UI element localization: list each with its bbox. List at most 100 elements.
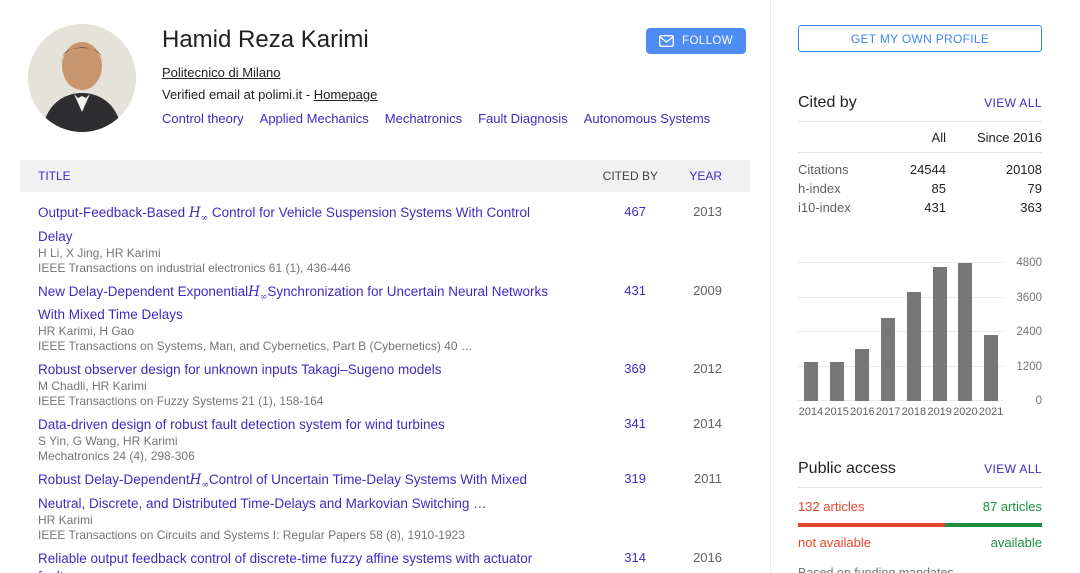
- chart-x-axis: 2014 2015 2016 2017 2018 2019 2020 2021: [798, 406, 1004, 418]
- chart-x-axis-label: 2021: [978, 406, 1004, 418]
- chart-bar-slot: [850, 263, 876, 401]
- chart-bar[interactable]: [855, 349, 870, 401]
- cited-by-count[interactable]: 369: [624, 361, 646, 376]
- public-access-title: Public access: [798, 460, 896, 477]
- publication-authors: HR Karimi, H Gao: [38, 324, 135, 339]
- cited-by-cell: 319: [580, 471, 658, 543]
- publication-rows: Output-Feedback-Based H∞ Control for Veh…: [20, 192, 750, 573]
- publication-title-link[interactable]: New Delay-Dependent ExponentialH∞Synchro…: [38, 283, 560, 325]
- publication-authors: H Li, X Jing, HR Karimi: [38, 245, 161, 260]
- cited-by-count[interactable]: 341: [624, 416, 646, 431]
- publication-year: 2016: [693, 550, 722, 566]
- publication-title-link[interactable]: Robust observer design for unknown input…: [38, 361, 560, 379]
- interest-link[interactable]: Autonomous Systems: [584, 111, 710, 126]
- interest-link[interactable]: Control theory: [162, 111, 244, 126]
- public-access-view-all-link[interactable]: VIEW ALL: [984, 462, 1042, 476]
- publication-main-cell: Output-Feedback-Based H∞ Control for Veh…: [20, 204, 580, 276]
- chart-bar[interactable]: [958, 263, 973, 401]
- stats-column-headers: . All Since 2016: [798, 122, 1042, 153]
- cited-by-cell: 431: [580, 283, 658, 355]
- get-my-own-profile-button[interactable]: GET MY OWN PROFILE: [798, 25, 1042, 52]
- stats-table: Citations 24544 20108 h-index 85 79 i10-…: [798, 153, 1042, 217]
- cited-by-count[interactable]: 319: [624, 471, 646, 486]
- publication-venue: IEEE Transactions on Systems, Man, and C…: [38, 339, 473, 354]
- public-access-panel: Public access VIEW ALL 132 articles 87 a…: [798, 460, 1042, 573]
- stat-value-since[interactable]: 20108: [946, 160, 1042, 179]
- chart-bar[interactable]: [984, 334, 999, 401]
- chart-bar-slot: [824, 263, 850, 401]
- interest-link[interactable]: Fault Diagnosis: [478, 111, 568, 126]
- interest-link[interactable]: Applied Mechanics: [260, 111, 369, 126]
- publication-main-cell: Robust observer design for unknown input…: [20, 361, 580, 409]
- cited-by-count[interactable]: 314: [624, 550, 646, 565]
- publication-title-link[interactable]: Reliable output feedback control of disc…: [38, 550, 560, 573]
- publication-row: Robust Delay-DependentH∞Control of Uncer…: [20, 464, 750, 543]
- h-infinity-math: H∞: [248, 283, 268, 303]
- stat-value-all[interactable]: 431: [858, 198, 946, 217]
- publication-title-link[interactable]: Data-driven design of robust fault detec…: [38, 416, 560, 434]
- not-available-label: not available: [798, 535, 871, 550]
- publication-year: 2011: [694, 471, 722, 487]
- envelope-icon: [659, 35, 675, 47]
- profile-header: Hamid Reza Karimi Politecnico di Milano …: [0, 0, 770, 132]
- affiliation-link[interactable]: Politecnico di Milano: [162, 65, 281, 80]
- chart-x-axis-label: 2020: [953, 406, 978, 418]
- follow-button[interactable]: FOLLOW: [646, 28, 746, 54]
- cited-by-panel: Cited by VIEW ALL . All Since 2016 Citat…: [798, 94, 1042, 418]
- verified-email: Verified email at polimi.it - Homepage: [162, 87, 726, 102]
- chart-bar-slot: [901, 263, 927, 401]
- chart-bar-slot: [875, 263, 901, 401]
- stat-label: Citations: [798, 162, 849, 177]
- profile-photo: [28, 24, 136, 132]
- cited-by-cell: 467: [580, 204, 658, 276]
- stat-value-since[interactable]: 79: [946, 179, 1042, 198]
- column-header-title[interactable]: TITLE: [20, 169, 580, 183]
- cited-by-count[interactable]: 467: [624, 204, 646, 219]
- publication-main-cell: New Delay-Dependent ExponentialH∞Synchro…: [20, 283, 580, 355]
- main-column: Hamid Reza Karimi Politecnico di Milano …: [0, 0, 770, 573]
- chart-y-axis-label: 4800: [1016, 257, 1042, 269]
- chart-bar-slot: [798, 263, 824, 401]
- verified-email-text: Verified email at polimi.it -: [162, 87, 314, 102]
- publication-title-link[interactable]: Robust Delay-DependentH∞Control of Uncer…: [38, 471, 560, 513]
- chart-y-axis-label: 3600: [1016, 291, 1042, 304]
- chart-bar[interactable]: [829, 362, 844, 401]
- access-bar-available-segment: [945, 523, 1042, 527]
- chart-bar[interactable]: [906, 291, 921, 401]
- available-count: 87 articles: [982, 499, 1042, 514]
- chart-x-axis-label: 2014: [798, 406, 824, 418]
- publication-year: 2012: [693, 361, 722, 377]
- publication-title-link[interactable]: Output-Feedback-Based H∞ Control for Veh…: [38, 204, 560, 246]
- chart-x-axis-label: 2017: [875, 406, 901, 418]
- research-interests: Control theory Applied Mechanics Mechatron…: [162, 111, 726, 126]
- publication-row: Output-Feedback-Based H∞ Control for Veh…: [20, 197, 750, 276]
- stats-col-since: Since 2016: [976, 130, 1042, 145]
- stat-label: h-index: [798, 181, 841, 196]
- stat-value-since[interactable]: 363: [946, 198, 1042, 217]
- chart-bar-slot: [978, 263, 1004, 401]
- cited-by-view-all-link[interactable]: VIEW ALL: [984, 96, 1042, 110]
- chart-bar[interactable]: [803, 362, 818, 401]
- access-bar-not-available-segment: [798, 523, 946, 527]
- chart-y-axis-label: 1200: [1016, 360, 1042, 373]
- publication-venue: IEEE Transactions on industrial electron…: [38, 260, 351, 275]
- publication-year: 2009: [693, 282, 722, 298]
- chart-bar[interactable]: [881, 317, 896, 401]
- stat-value-all[interactable]: 85: [858, 179, 946, 198]
- column-header-year[interactable]: YEAR: [658, 169, 750, 183]
- publication-row: Reliable output feedback control of disc…: [20, 543, 750, 573]
- publication-venue: IEEE Transactions on Fuzzy Systems 21 (1…: [38, 394, 324, 409]
- publication-row: Robust observer design for unknown input…: [20, 354, 750, 409]
- chart-y-axis-label: 0: [1035, 395, 1042, 407]
- publication-year: 2013: [693, 204, 722, 219]
- publication-row: Data-driven design of robust fault detec…: [20, 409, 750, 464]
- scholar-profile-page: Hamid Reza Karimi Politecnico di Milano …: [0, 0, 1080, 573]
- chart-bar[interactable]: [932, 267, 947, 401]
- stat-row-citations: Citations 24544 20108: [798, 160, 1042, 179]
- stat-value-all[interactable]: 24544: [858, 160, 946, 179]
- publication-venue: IEEE Transactions on Circuits and System…: [38, 528, 465, 543]
- chart-bars: [798, 263, 1004, 401]
- interest-link[interactable]: Mechatronics: [385, 111, 462, 126]
- homepage-link[interactable]: Homepage: [314, 87, 378, 102]
- cited-by-count[interactable]: 431: [624, 283, 646, 298]
